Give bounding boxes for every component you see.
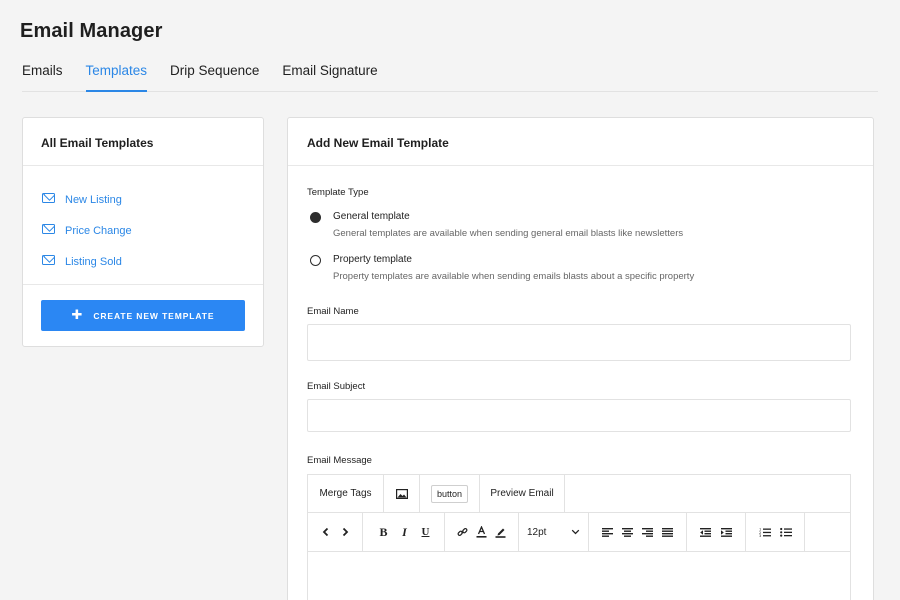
email-name-label: Email Name <box>307 306 359 317</box>
text-color-icon[interactable] <box>472 526 491 538</box>
link-color-group <box>445 513 519 551</box>
general-template-title: General template <box>333 211 410 222</box>
create-new-template-button[interactable]: ✚ CREATE NEW TEMPLATE <box>41 300 245 331</box>
mail-icon <box>42 223 55 234</box>
tab-templates[interactable]: Templates <box>85 60 148 92</box>
outdent-icon[interactable] <box>695 527 716 537</box>
alignment-group <box>589 513 687 551</box>
email-subject-label: Email Subject <box>307 381 366 392</box>
email-message-label: Email Message <box>307 455 372 466</box>
template-item-new-listing[interactable]: New Listing <box>42 184 263 215</box>
list-group: 123 <box>746 513 805 551</box>
template-item-price-change[interactable]: Price Change <box>42 215 263 246</box>
editor-content-area[interactable] <box>308 552 850 600</box>
merge-tags-button[interactable]: Merge Tags <box>308 475 384 512</box>
email-name-field[interactable] <box>307 324 851 361</box>
template-item-label: New Listing <box>65 193 122 206</box>
template-type-label: Template Type <box>307 187 369 198</box>
general-template-description: General templates are available when sen… <box>333 228 684 239</box>
font-size-dropdown[interactable]: 12pt <box>519 513 589 551</box>
property-template-title: Property template <box>333 254 412 265</box>
template-item-label: Listing Sold <box>65 255 122 268</box>
tab-bar: Emails Templates Drip Sequence Email Sig… <box>22 60 878 92</box>
template-item-listing-sold[interactable]: Listing Sold <box>42 246 263 277</box>
tab-email-signature[interactable]: Email Signature <box>282 60 377 92</box>
add-template-form: Add New Email Template Template Type Gen… <box>287 117 874 600</box>
editor-toolbar-primary: Merge Tags button Preview Email <box>308 475 850 513</box>
svg-text:3: 3 <box>759 534 761 537</box>
templates-panel-title: All Email Templates <box>23 118 263 166</box>
tab-drip-sequence[interactable]: Drip Sequence <box>170 60 259 92</box>
bold-icon[interactable]: B <box>373 525 394 540</box>
property-template-radio[interactable] <box>310 255 321 266</box>
property-template-option[interactable]: Property template Property templates are… <box>310 254 694 282</box>
email-message-editor: Merge Tags button Preview Email B I U 12… <box>307 474 851 600</box>
plus-icon: ✚ <box>71 307 84 322</box>
indent-icon[interactable] <box>716 527 737 537</box>
align-center-icon[interactable] <box>617 527 637 537</box>
preview-email-button[interactable]: Preview Email <box>480 475 565 512</box>
align-right-icon[interactable] <box>638 527 658 537</box>
chevron-down-icon <box>571 529 580 535</box>
templates-panel: All Email Templates New Listing Price Ch… <box>22 117 264 347</box>
highlight-icon[interactable] <box>491 526 510 538</box>
editor-toolbar-formatting: B I U 12pt 1 2 3 <box>308 513 850 552</box>
italic-icon[interactable]: I <box>394 525 415 540</box>
align-left-icon[interactable] <box>597 527 617 537</box>
create-button-label: CREATE NEW TEMPLATE <box>93 310 215 321</box>
template-item-label: Price Change <box>65 224 132 237</box>
align-justify-icon[interactable] <box>658 527 678 537</box>
general-template-radio[interactable] <box>310 212 321 223</box>
font-size-value: 12pt <box>527 526 547 538</box>
template-list: New Listing Price Change Listing Sold <box>23 166 263 285</box>
ordered-list-icon[interactable]: 123 <box>754 527 775 537</box>
mail-icon <box>42 192 55 203</box>
undo-redo-group <box>308 513 363 551</box>
link-icon[interactable] <box>453 527 472 538</box>
insert-image-button[interactable] <box>384 475 420 512</box>
form-title: Add New Email Template <box>288 118 873 166</box>
underline-icon[interactable]: U <box>415 526 436 538</box>
chevron-right-icon[interactable] <box>335 527 354 537</box>
text-style-group: B I U <box>363 513 445 551</box>
email-subject-field[interactable] <box>307 399 851 432</box>
image-icon <box>395 488 408 499</box>
mail-icon <box>42 254 55 265</box>
property-template-description: Property templates are available when se… <box>333 271 695 282</box>
tab-emails[interactable]: Emails <box>22 60 63 92</box>
button-chip: button <box>430 484 469 503</box>
bullet-list-icon[interactable] <box>775 527 796 537</box>
indent-group <box>687 513 746 551</box>
general-template-option[interactable]: General template General templates are a… <box>310 211 683 239</box>
app-title: Email Manager <box>20 20 163 42</box>
insert-button-button[interactable]: button <box>420 475 480 512</box>
chevron-left-icon[interactable] <box>316 527 335 537</box>
